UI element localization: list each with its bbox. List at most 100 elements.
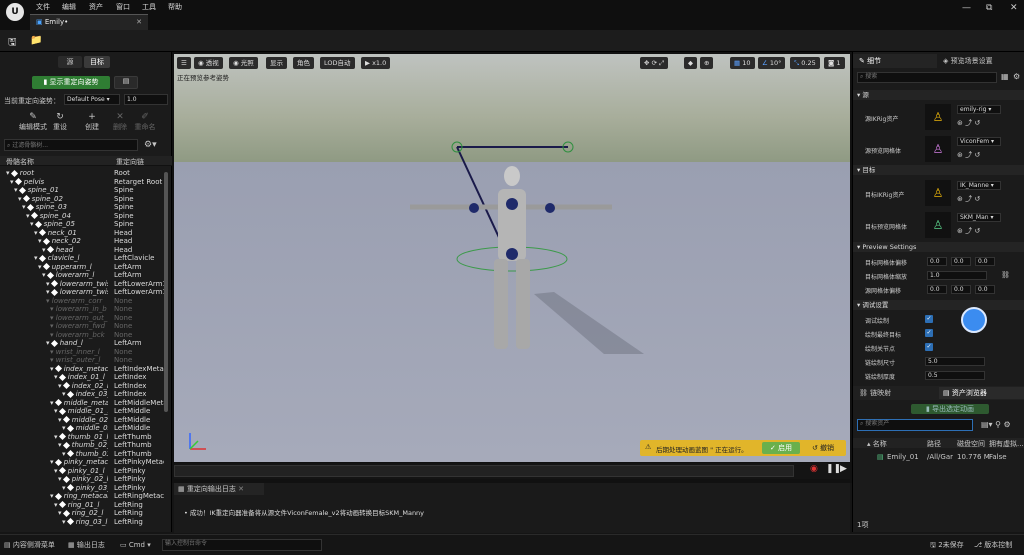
settings-gear-icon[interactable]: ⚙▾ [144,140,157,150]
bone-row[interactable]: ▾ spine_05 Spine [0,220,164,229]
preview-setting-field[interactable]: 0.0 [927,285,947,294]
asset-actions-icon[interactable]: ⊛ ⤴ ↺ [957,194,980,204]
timeline-track[interactable] [174,465,794,477]
bone-row[interactable]: ▾ spine_03 Spine [0,203,164,212]
bone-row[interactable]: ▾ ring_02_l LeftRing [0,509,164,518]
bone-row[interactable]: ▾ middle_metacLeftMiddleMeta [0,399,164,408]
viewport-menu-button[interactable]: ☰ [177,57,191,69]
tab-preview-scene[interactable]: ◈ 预览场景设置 [939,54,1024,68]
settings-gear-icon[interactable]: ⚙ [1013,72,1020,81]
show-button[interactable]: 显示 [266,57,287,69]
notice-enable-button[interactable]: ✓ 启用 [762,442,800,454]
menu-tools[interactable]: 工具 [142,2,156,12]
lock-icon[interactable]: ⛓ [1001,271,1010,279]
pose-amount-field[interactable]: 1.0 [124,94,168,105]
bone-row[interactable]: ▾ lowerarm_fwd None [0,322,164,331]
debug-setting-checkbox[interactable]: ✓ [925,343,933,351]
target-mesh-select[interactable]: SKM_Man ▾ [957,213,1001,222]
unreal-logo-icon[interactable]: U [6,3,24,21]
source-mesh-select[interactable]: ViconFem ▾ [957,137,1001,146]
scale-snap-button[interactable]: ⤡ 0.25 [790,57,820,69]
bone-row[interactable]: ▾ thumb_01_l LeftThumb [0,433,164,442]
bone-row[interactable]: ▾ ring_03_l LeftRing [0,518,164,527]
playback-speed-button[interactable]: ▶ x1.0 [361,57,391,69]
preview-setting-field[interactable]: 0.0 [927,257,947,266]
section-preview-settings[interactable]: ▾ Preview Settings [853,242,1024,252]
tab-details[interactable]: ✎ 细节 [853,54,937,68]
record-icon[interactable]: ◉ [810,464,818,474]
bone-row[interactable]: ▾ ring_metacar LeftRingMetac [0,492,164,501]
bone-row[interactable]: ▾ wrist_inner_l None [0,348,164,357]
unsaved-button[interactable]: 🖫 2未保存 [930,539,964,551]
bone-row[interactable]: ▾ index_01_l LeftIndex [0,373,164,382]
bone-row[interactable]: ▾ thumb_02_lLeftThumb [0,441,164,450]
cmd-select[interactable]: ▭ Cmd ▾ [120,539,151,551]
bone-row[interactable]: ▾ upperarm_l LeftArm [0,263,164,272]
bone-row[interactable]: ▾ clavicle_l LeftClavicle [0,254,164,263]
console-input[interactable]: 输入控制台命令 [162,539,322,551]
tab-target[interactable]: 目标 [84,56,110,68]
bone-row[interactable]: ▾ pelvis Retarget Root [0,178,164,187]
bone-row[interactable]: ▾ middle_01_l LeftMiddle [0,407,164,416]
bone-row[interactable]: ▾ lowerarm_corr None [0,297,164,306]
bone-row[interactable]: ▾ neck_02 Head [0,237,164,246]
close-log-icon[interactable]: ✕ [238,485,244,493]
camera-speed-button[interactable]: ◙ 1 [824,57,845,69]
menu-help[interactable]: 帮助 [168,2,182,12]
preview-setting-field[interactable]: 0.0 [975,285,995,294]
lighting-button[interactable]: ◉ 光照 [229,57,258,69]
bone-row[interactable]: ▾ ring_01_l LeftRing [0,501,164,510]
character-button[interactable]: 角色 [293,57,314,69]
show-retarget-pose-button[interactable]: ▮ 显示重定向姿势 [32,76,110,89]
menu-edit[interactable]: 编辑 [62,2,76,12]
asset-col-size[interactable]: 磁盘空间 [957,439,985,449]
bone-row[interactable]: ▾ pinky_metaca LeftPinkyMetac [0,458,164,467]
menu-file[interactable]: 文件 [36,2,50,12]
bone-row[interactable]: ▾ pinky_03_lLeftPinky [0,484,164,493]
bone-row[interactable]: ▾ lowerarm_twist_LeftLowerArm1 [0,288,164,297]
save-icon[interactable]: 🖫 [8,35,17,52]
notice-cancel-button[interactable]: ↺ 撤销 [804,442,842,454]
minimize-button[interactable]: — [962,3,971,13]
delete-button[interactable]: ✕ 删除 [110,112,130,132]
section-debug[interactable]: ▾ 调试设置 [853,300,1024,310]
bone-row[interactable]: ▾ spine_01 Spine [0,186,164,195]
rotation-snap-button[interactable]: ∠ 10° [758,57,786,69]
tab-chain-mapping[interactable]: ⛓ 链映射 [855,387,935,399]
pose-toggle-button[interactable]: ▤ [114,76,138,89]
asset-col-path[interactable]: 路径 [927,439,941,449]
debug-setting-checkbox[interactable]: ✓ [925,315,933,323]
target-ik-select[interactable]: IK_Manne ▾ [957,181,1001,190]
preview-setting-field[interactable]: 0.0 [951,257,971,266]
tab-source[interactable]: 源 [58,56,82,68]
create-button[interactable]: + 创建 [80,112,104,132]
bone-search-input[interactable]: ⌕ 过滤骨骼树... [4,139,138,151]
close-tab-icon[interactable]: ✕ [136,18,142,26]
perspective-button[interactable]: ◉ 透视 [194,57,223,69]
viewport[interactable]: ☰ ◉ 透视 ◉ 光照 显示 角色 LOD自动 ▶ x1.0 正在预览参考姿势 … [174,54,850,462]
source-ik-select[interactable]: emily-rig ▾ [957,105,1001,114]
bone-row[interactable]: ▾ neck_01 Head [0,229,164,238]
reset-button[interactable]: ↻ 重设 [50,112,70,132]
bone-row[interactable]: ▾ lowerarm_in_b None [0,305,164,314]
bone-row[interactable]: ▾ pinky_01_l LeftPinky [0,467,164,476]
preview-setting-field[interactable]: 1.0 [927,271,987,280]
debug-setting-field[interactable]: 5.0 [925,357,985,366]
debug-setting-checkbox[interactable]: ✓ [925,329,933,337]
bone-row[interactable]: ▾ middle_03_lLeftMiddle [0,424,164,433]
bone-row[interactable]: ▾ thumb_03_lLeftThumb [0,450,164,459]
grid-snap-button[interactable]: ▦ 10 [730,57,755,69]
pause-icon[interactable]: ❚❚ [826,464,841,474]
asset-actions-icon[interactable]: ⊛ ⤴ ↺ [957,150,980,160]
step-forward-icon[interactable]: ▶ [840,464,847,474]
menu-asset[interactable]: 资产 [89,2,103,12]
bone-row[interactable]: ▾ pinky_02_l LeftPinky [0,475,164,484]
bone-row[interactable]: ▾ wrist_outer_l None [0,356,164,365]
bone-row[interactable]: ▾ lowerarm_twist_LeftLowerArm1 [0,280,164,289]
bone-row[interactable]: ▾ spine_02 Spine [0,195,164,204]
output-log-button[interactable]: ▦ 输出日志 [68,539,105,551]
details-search-input[interactable]: ⌕ 搜索 [857,72,997,83]
section-target[interactable]: ▾ 目标 [853,165,1024,175]
bone-row[interactable]: ▾ lowerarm_l LeftArm [0,271,164,280]
maximize-button[interactable]: ⧉ [986,3,992,13]
